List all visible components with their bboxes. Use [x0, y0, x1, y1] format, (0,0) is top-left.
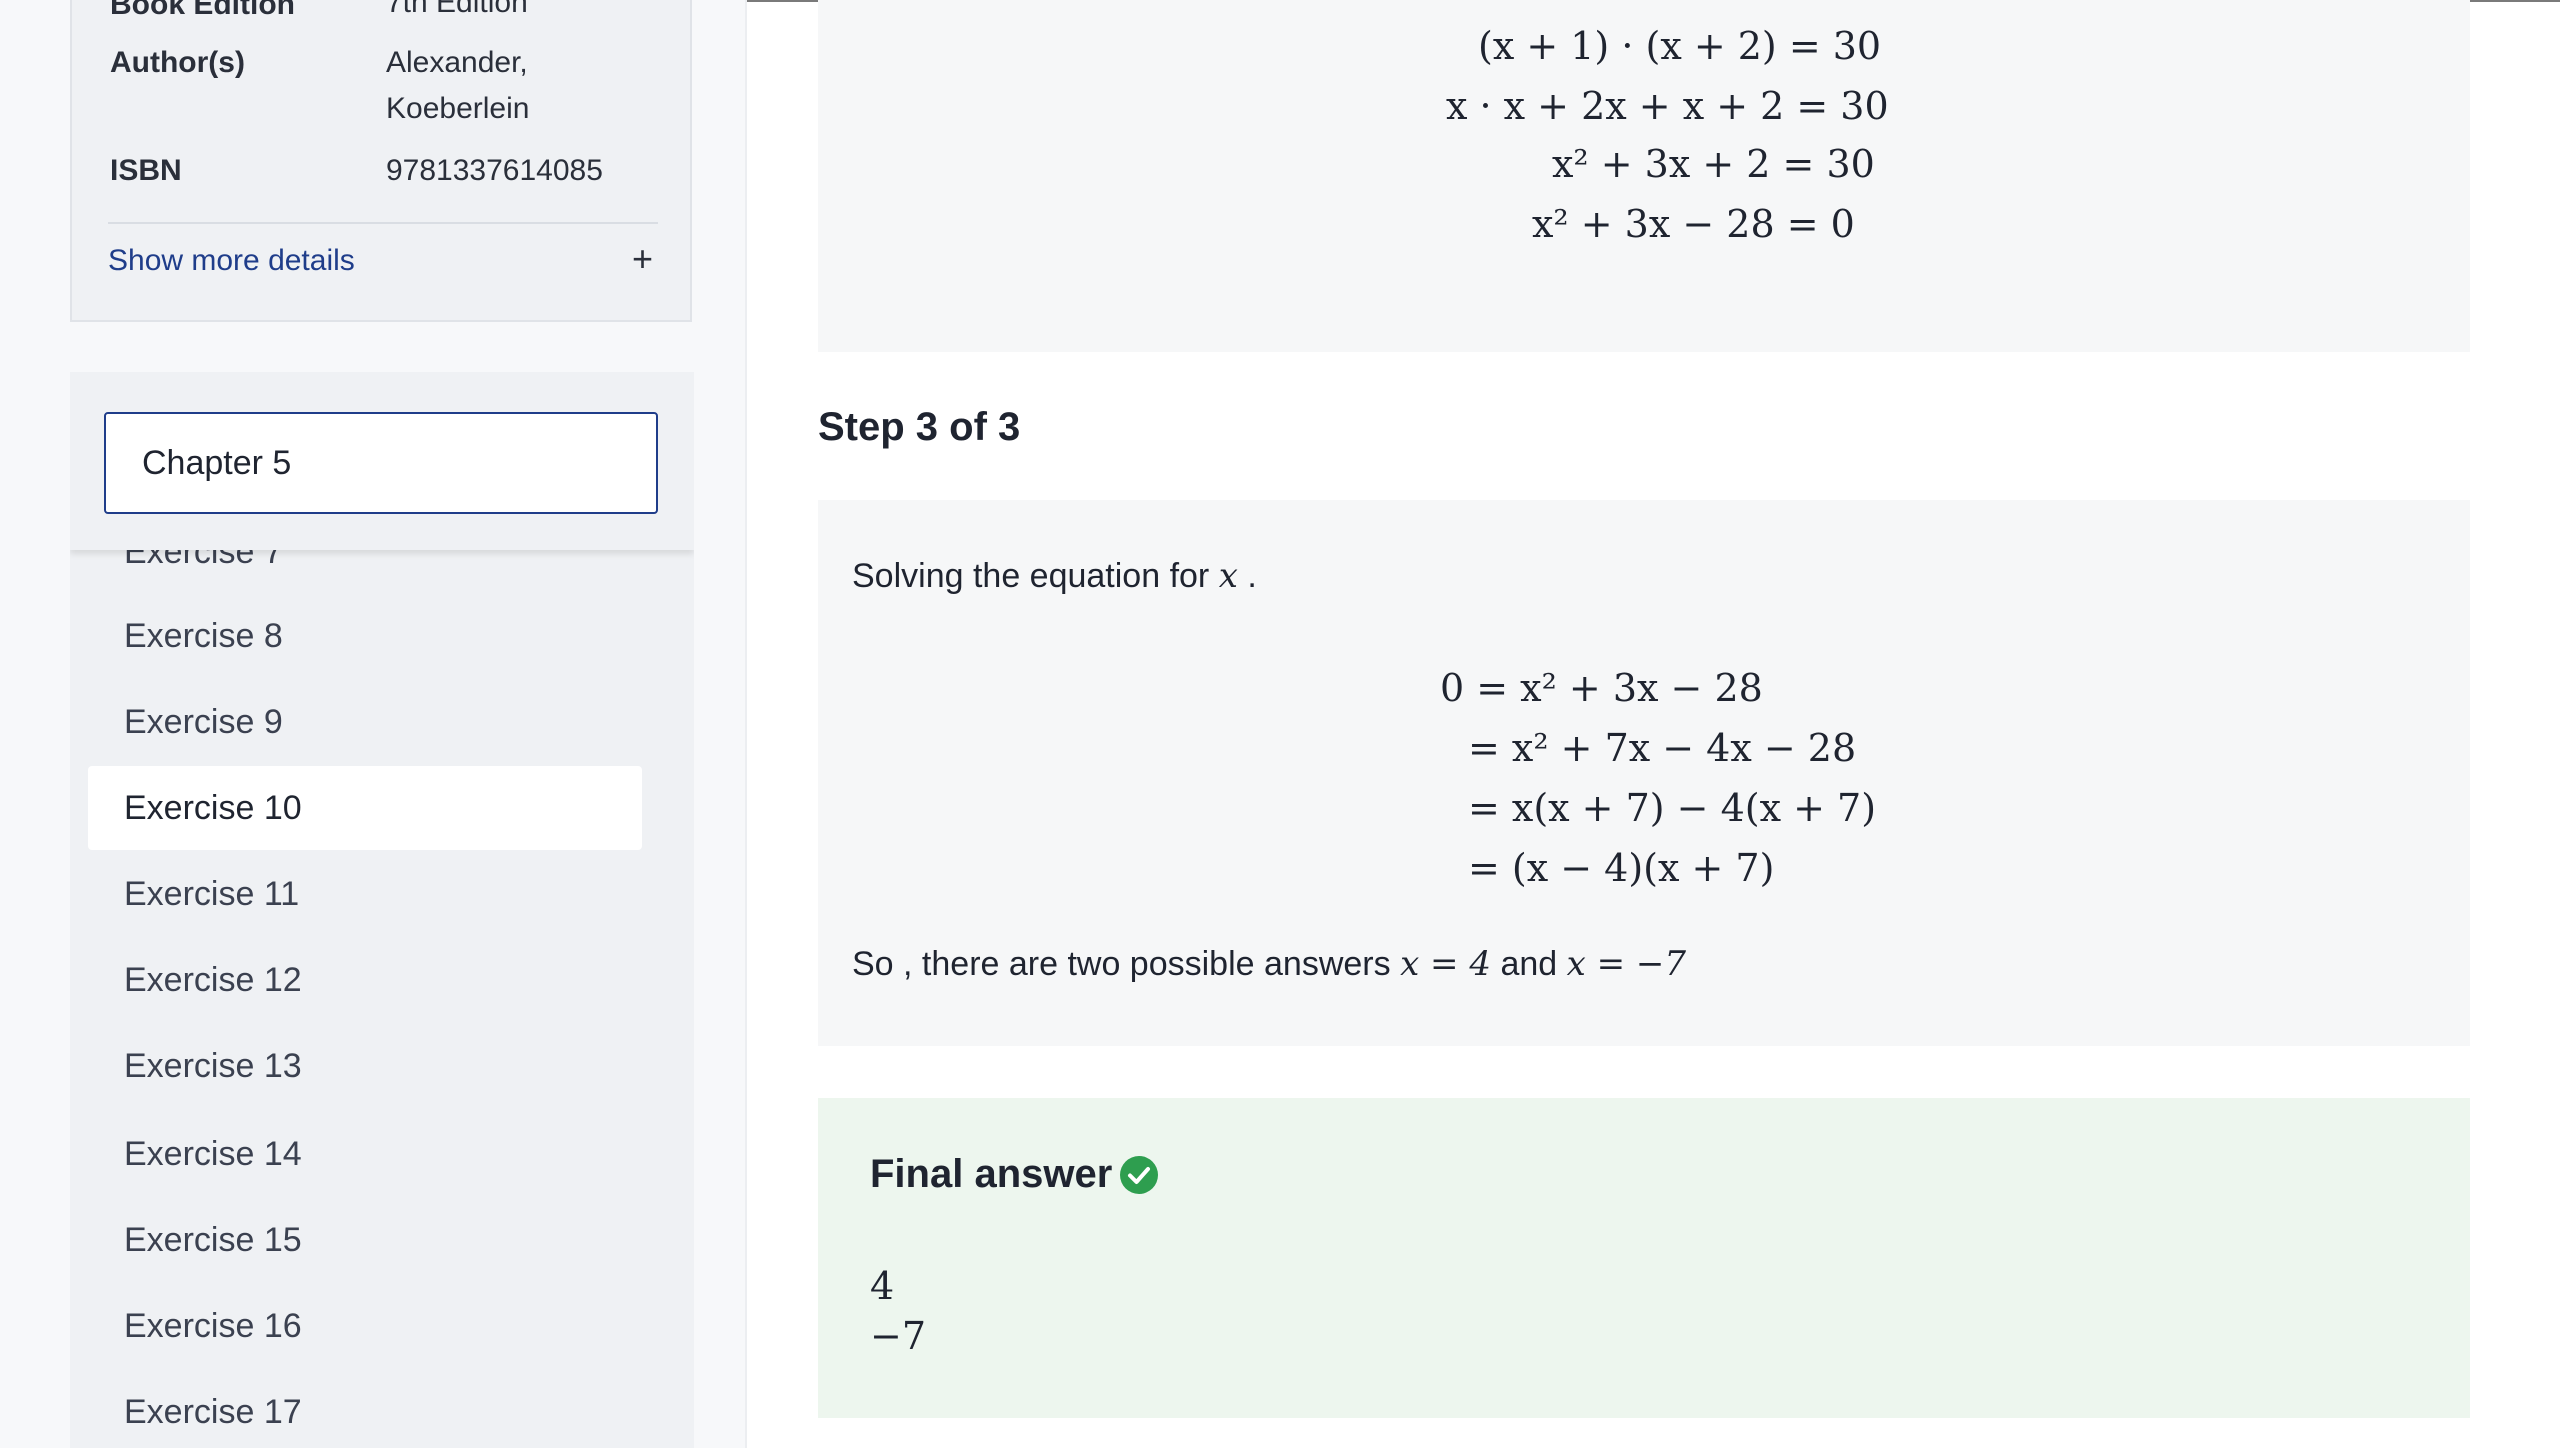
sidebar-divider	[745, 0, 747, 1448]
chapter-header: Chapter 5	[70, 372, 694, 550]
conclusion-equation-2: x = −7	[1566, 944, 1687, 984]
isbn-value: 9781337614085	[386, 154, 603, 187]
show-more-details-link[interactable]: Show more details	[108, 244, 355, 278]
chapter-select[interactable]: Chapter 5	[104, 412, 658, 514]
step3-equation-4: = (x − 4)(x + 7)	[1468, 846, 1775, 890]
step2-equation-3: x² + 3x + 2 = 30	[1552, 142, 1875, 186]
final-answer-title: Final answer	[870, 1152, 1113, 1196]
conclusion-label: So , there are two possible answers	[852, 945, 1391, 983]
step3-conclusion: So , there are two possible answers x = …	[852, 944, 1686, 984]
exercise-item[interactable]: Exercise 8	[88, 594, 642, 678]
final-answer-value-2: −7	[870, 1314, 927, 1358]
exercise-item-active[interactable]: Exercise 10	[88, 766, 642, 850]
step-2-content: (x + 1) · (x + 2) = 30 x · x + 2x + x + …	[818, 0, 2470, 352]
authors-value-line-2: Koeberlein	[386, 92, 530, 125]
chapter-panel: Chapter 5 Exercise 7 Exercise 8 Exercise…	[70, 372, 694, 1448]
step3-equation-1: 0 = x² + 3x − 28	[1440, 666, 1763, 710]
step2-equation-2: x · x + 2x + x + 2 = 30	[1446, 84, 1889, 128]
isbn-label: ISBN	[110, 154, 182, 187]
exercise-item[interactable]: Exercise 14	[88, 1112, 642, 1196]
step3-intro-variable: x	[1218, 556, 1238, 596]
step2-equation-4: x² + 3x − 28 = 0	[1532, 202, 1855, 246]
check-circle-icon	[1120, 1156, 1158, 1194]
book-edition-value: 7th Edition	[386, 0, 528, 19]
conclusion-and: and	[1500, 945, 1558, 983]
authors-label: Author(s)	[110, 46, 245, 79]
book-details-card: Book Edition 7th Edition Author(s) Alexa…	[70, 0, 692, 322]
authors-value-line-1: Alexander,	[386, 46, 528, 79]
exercise-item[interactable]: Exercise 12	[88, 938, 642, 1022]
exercise-item[interactable]: Exercise 17	[88, 1370, 642, 1448]
plus-icon[interactable]: +	[632, 238, 653, 280]
step2-equation-1: (x + 1) · (x + 2) = 30	[1478, 24, 1882, 68]
exercise-item[interactable]: Exercise 13	[88, 1024, 642, 1108]
conclusion-equation-1: x = 4	[1400, 944, 1491, 984]
final-answer-card: Final answer 4 −7	[818, 1098, 2470, 1418]
final-answer-value-1: 4	[870, 1264, 895, 1308]
exercise-item[interactable]: Exercise 16	[88, 1284, 642, 1368]
step-3-title: Step 3 of 3	[818, 405, 1021, 449]
exercise-item[interactable]: Exercise 11	[88, 852, 642, 936]
step3-intro-period: .	[1247, 557, 1257, 595]
exercise-item[interactable]: Exercise 15	[88, 1198, 642, 1282]
step3-equation-3: = x(x + 7) − 4(x + 7)	[1468, 786, 1877, 830]
exercise-item[interactable]: Exercise 9	[88, 680, 642, 764]
details-divider	[108, 222, 658, 224]
step3-equation-2: = x² + 7x − 4x − 28	[1468, 726, 1857, 770]
step3-intro-label: Solving the equation for	[852, 557, 1210, 595]
step3-intro-text: Solving the equation for x .	[852, 556, 1257, 596]
book-edition-label: Book Edition	[110, 0, 295, 21]
step-3-content: Solving the equation for x . 0 = x² + 3x…	[818, 500, 2470, 1046]
